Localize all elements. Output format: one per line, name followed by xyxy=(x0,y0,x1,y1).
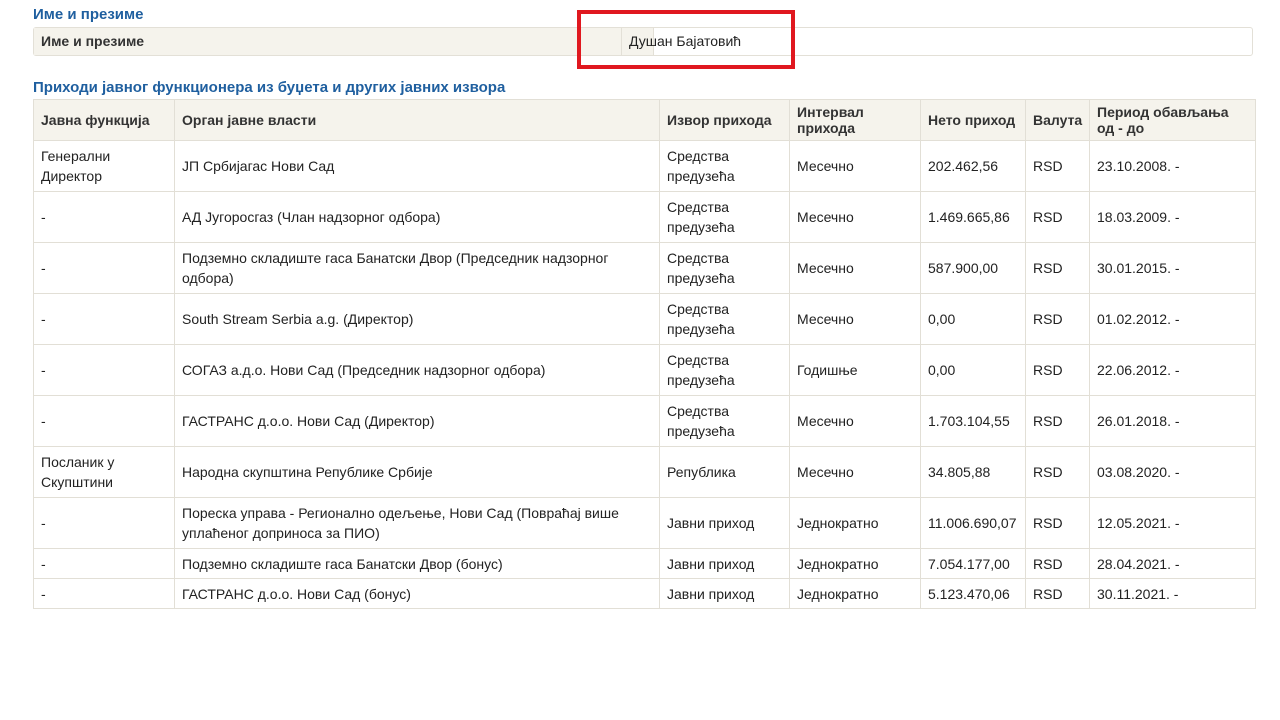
cell-net-income: 0,00 xyxy=(920,293,1026,345)
table-row: - ГАСТРАНС д.о.о. Нови Сад (бонус) Јавни… xyxy=(33,578,1256,609)
cell-source: Јавни приход xyxy=(659,578,790,609)
name-section-title: Име и презиме xyxy=(33,6,144,23)
cell-authority: South Stream Serbia a.g. (Директор) xyxy=(174,293,660,345)
col-header-period: Период обављања од - до xyxy=(1089,99,1256,141)
col-header-function: Јавна функција xyxy=(33,99,175,141)
cell-net-income: 5.123.470,06 xyxy=(920,578,1026,609)
cell-period: 28.04.2021. - xyxy=(1089,548,1256,579)
cell-authority: Подземно складиште гаса Банатски Двор (б… xyxy=(174,548,660,579)
cell-function: Посланик у Скупштини xyxy=(33,446,175,498)
cell-period: 23.10.2008. - xyxy=(1089,140,1256,192)
cell-period: 26.01.2018. - xyxy=(1089,395,1256,447)
cell-period: 30.01.2015. - xyxy=(1089,242,1256,294)
cell-source: Средства предузећа xyxy=(659,140,790,192)
cell-function: - xyxy=(33,293,175,345)
cell-currency: RSD xyxy=(1025,242,1090,294)
cell-function: - xyxy=(33,344,175,396)
cell-currency: RSD xyxy=(1025,344,1090,396)
cell-net-income: 1.703.104,55 xyxy=(920,395,1026,447)
income-section-title: Приходи јавног функционера из буџета и д… xyxy=(33,79,506,96)
cell-net-income: 7.054.177,00 xyxy=(920,548,1026,579)
cell-source: Република xyxy=(659,446,790,498)
table-row: - Подземно складиште гаса Банатски Двор … xyxy=(33,242,1256,294)
cell-currency: RSD xyxy=(1025,191,1090,243)
table-row: - Подземно складиште гаса Банатски Двор … xyxy=(33,548,1256,579)
cell-authority: ГАСТРАНС д.о.о. Нови Сад (бонус) xyxy=(174,578,660,609)
table-row: - СОГАЗ а.д.о. Нови Сад (Председник надз… xyxy=(33,344,1256,396)
cell-net-income: 11.006.690,07 xyxy=(920,497,1026,549)
cell-function: Генерални Директор xyxy=(33,140,175,192)
cell-interval: Једнократно xyxy=(789,578,921,609)
cell-source: Средства предузећа xyxy=(659,395,790,447)
cell-currency: RSD xyxy=(1025,395,1090,447)
cell-source: Јавни приход xyxy=(659,497,790,549)
col-header-currency: Валута xyxy=(1025,99,1090,141)
cell-net-income: 0,00 xyxy=(920,344,1026,396)
cell-period: 01.02.2012. - xyxy=(1089,293,1256,345)
cell-interval: Месечно xyxy=(789,140,921,192)
cell-period: 18.03.2009. - xyxy=(1089,191,1256,243)
cell-interval: Једнократно xyxy=(789,497,921,549)
cell-interval: Месечно xyxy=(789,395,921,447)
col-header-authority: Орган јавне власти xyxy=(174,99,660,141)
cell-function: - xyxy=(33,497,175,549)
cell-function: - xyxy=(33,242,175,294)
cell-net-income: 34.805,88 xyxy=(920,446,1026,498)
cell-net-income: 202.462,56 xyxy=(920,140,1026,192)
cell-authority: ЈП Србијагас Нови Сад xyxy=(174,140,660,192)
cell-currency: RSD xyxy=(1025,140,1090,192)
cell-interval: Годишње xyxy=(789,344,921,396)
cell-function: - xyxy=(33,578,175,609)
cell-function: - xyxy=(33,395,175,447)
cell-currency: RSD xyxy=(1025,446,1090,498)
col-header-interval: Интервал прихода xyxy=(789,99,921,141)
income-table: Јавна функција Орган јавне власти Извор … xyxy=(33,99,1256,609)
cell-source: Јавни приход xyxy=(659,548,790,579)
col-header-net-income: Нето приход xyxy=(920,99,1026,141)
cell-net-income: 587.900,00 xyxy=(920,242,1026,294)
cell-authority: АД Југоросгаз (Члан надзорног одбора) xyxy=(174,191,660,243)
cell-currency: RSD xyxy=(1025,578,1090,609)
cell-function: - xyxy=(33,191,175,243)
table-row: - Пореска управа - Регионално одељење, Н… xyxy=(33,497,1256,549)
cell-currency: RSD xyxy=(1025,497,1090,549)
cell-interval: Месечно xyxy=(789,242,921,294)
cell-source: Средства предузећа xyxy=(659,293,790,345)
cell-period: 30.11.2021. - xyxy=(1089,578,1256,609)
cell-source: Средства предузећа xyxy=(659,242,790,294)
cell-function: - xyxy=(33,548,175,579)
cell-period: 12.05.2021. - xyxy=(1089,497,1256,549)
cell-authority: Пореска управа - Регионално одељење, Нов… xyxy=(174,497,660,549)
cell-authority: ГАСТРАНС д.о.о. Нови Сад (Директор) xyxy=(174,395,660,447)
cell-source: Средства предузећа xyxy=(659,191,790,243)
cell-authority: Подземно складиште гаса Банатски Двор (П… xyxy=(174,242,660,294)
cell-authority: СОГАЗ а.д.о. Нови Сад (Председник надзор… xyxy=(174,344,660,396)
table-row: - АД Југоросгаз (Члан надзорног одбора) … xyxy=(33,191,1256,243)
cell-interval: Месечно xyxy=(789,293,921,345)
table-row: Посланик у Скупштини Народна скупштина Р… xyxy=(33,446,1256,498)
cell-interval: Месечно xyxy=(789,446,921,498)
cell-authority: Народна скупштина Републике Србије xyxy=(174,446,660,498)
cell-period: 03.08.2020. - xyxy=(1089,446,1256,498)
table-row: - ГАСТРАНС д.о.о. Нови Сад (Директор) Ср… xyxy=(33,395,1256,447)
name-value: Душан Бајатовић xyxy=(629,33,742,49)
table-row: - South Stream Serbia a.g. (Директор) Ср… xyxy=(33,293,1256,345)
table-header-row: Јавна функција Орган јавне власти Извор … xyxy=(33,99,1256,141)
cell-net-income: 1.469.665,86 xyxy=(920,191,1026,243)
cell-source: Средства предузећа xyxy=(659,344,790,396)
cell-interval: Месечно xyxy=(789,191,921,243)
cell-interval: Једнократно xyxy=(789,548,921,579)
cell-currency: RSD xyxy=(1025,548,1090,579)
table-row: Генерални Директор ЈП Србијагас Нови Сад… xyxy=(33,140,1256,192)
col-header-source: Извор прихода xyxy=(659,99,790,141)
name-label: Име и презиме xyxy=(34,28,622,55)
name-field-box: Име и презиме Душан Бајатовић xyxy=(33,27,1253,56)
cell-currency: RSD xyxy=(1025,293,1090,345)
cell-period: 22.06.2012. - xyxy=(1089,344,1256,396)
